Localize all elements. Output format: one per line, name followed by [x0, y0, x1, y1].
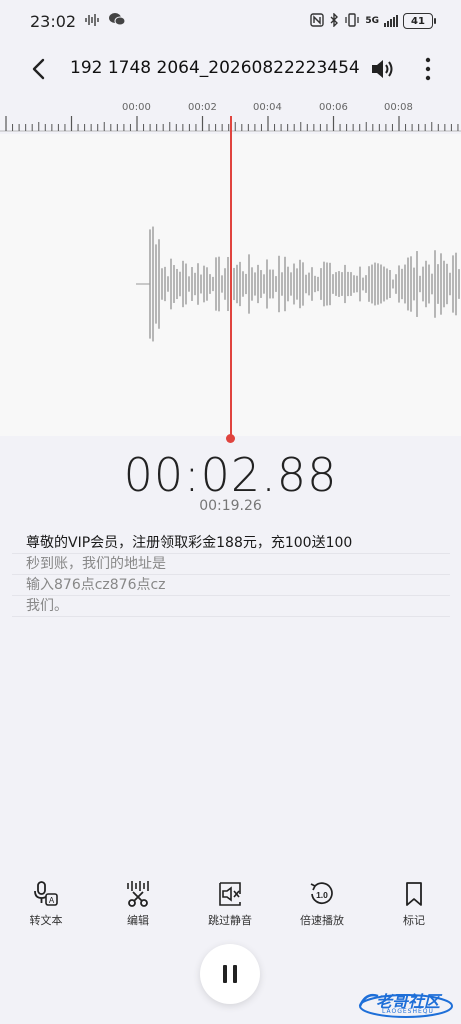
current-time: 00:02.88	[123, 448, 338, 502]
svg-text:A: A	[49, 896, 55, 905]
header: 192 1748 2064_20260822223454	[0, 46, 461, 92]
status-time: 23:02	[30, 11, 77, 31]
transcript-line[interactable]: 尊敬的VIP会员，注册领取彩金188元，充100送100	[12, 533, 450, 554]
battery-icon: 41	[403, 13, 436, 29]
speech-to-text-button[interactable]: A 转文本	[6, 880, 86, 928]
pause-icon	[220, 965, 240, 983]
back-button[interactable]	[26, 56, 52, 82]
watermark-subtext: LAOGESHEQU	[382, 1008, 434, 1015]
toolbar-label: 编辑	[127, 914, 149, 927]
transcript-line[interactable]: 我们。	[12, 596, 450, 617]
more-options-button[interactable]	[418, 54, 438, 84]
toolbar-label: 倍速播放	[300, 914, 344, 927]
playhead-handle[interactable]	[226, 434, 235, 443]
wechat-icon	[108, 11, 126, 31]
bluetooth-icon	[329, 11, 339, 30]
playback-speed-button[interactable]: 1.0 倍速播放	[282, 880, 362, 928]
edit-button[interactable]: 编辑	[98, 880, 178, 928]
watermark-logo: 老哥社区 LAOGESHEQU	[356, 984, 458, 1020]
speech-to-text-icon: A	[34, 881, 58, 906]
back-arrow-icon	[32, 58, 45, 80]
battery-level: 41	[411, 15, 425, 27]
status-bar: 23:02 5G 41	[0, 0, 461, 42]
playback-speed-icon: 1.0	[310, 882, 333, 905]
bookmark-button[interactable]: 标记	[374, 880, 454, 928]
vibrate-icon	[344, 12, 360, 30]
total-duration: 00:19.26	[199, 498, 262, 514]
network-type: 5G	[365, 16, 379, 26]
transcript-line[interactable]: 输入876点cz876点cz	[12, 575, 450, 596]
more-vertical-icon	[425, 57, 431, 81]
toolbar-label: 跳过静音	[208, 914, 252, 927]
speed-value: 1.0	[316, 890, 328, 900]
bookmark-icon	[406, 882, 422, 906]
pause-button[interactable]	[200, 944, 260, 1004]
speaker-button[interactable]	[369, 57, 395, 81]
transcript: 尊敬的VIP会员，注册领取彩金188元，充100送100 秒到账，我们的地址是 …	[12, 533, 450, 617]
speaker-icon	[372, 60, 393, 78]
transcript-line[interactable]: 秒到账，我们的地址是	[12, 554, 450, 575]
toolbar-label: 标记	[403, 914, 425, 927]
nfc-icon	[310, 12, 325, 30]
scissors-edit-icon	[127, 881, 149, 907]
playhead-line[interactable]	[230, 116, 232, 438]
signal-icon	[384, 15, 398, 27]
toolbar-label: 转文本	[29, 914, 63, 927]
audio-wave-status-icon	[84, 12, 100, 31]
bottom-toolbar: A 转文本 编辑 跳过静音 1.0 倍速播放 标记	[0, 880, 461, 930]
skip-silence-button[interactable]: 跳过静音	[190, 880, 270, 928]
skip-silence-icon	[219, 882, 241, 906]
recording-title: 192 1748 2064_20260822223454	[70, 58, 360, 78]
